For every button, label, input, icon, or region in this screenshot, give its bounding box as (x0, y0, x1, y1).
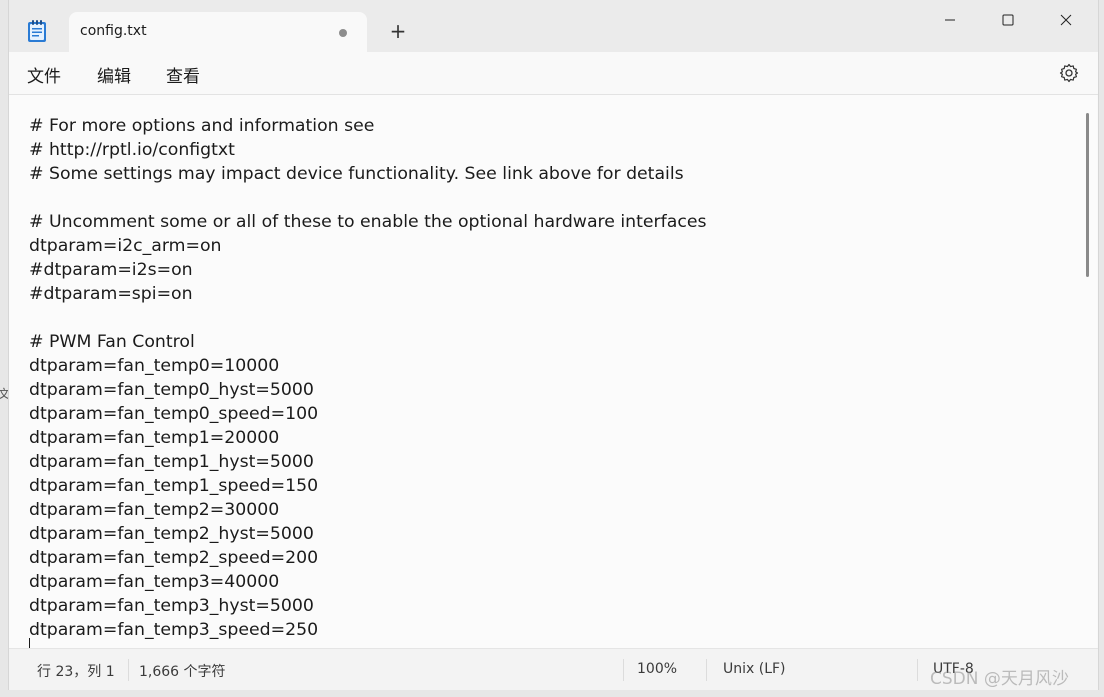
tab-config-txt[interactable]: config.txt (69, 12, 367, 52)
editor-line[interactable]: # PWM Fan Control (29, 330, 706, 354)
minimize-icon (945, 19, 955, 21)
cursor-position: 行 23，列 1 (37, 664, 115, 680)
status-separator (706, 659, 707, 681)
editor-line[interactable]: #dtparam=i2s=on (29, 258, 706, 282)
new-tab-button[interactable]: + (387, 20, 409, 42)
menu-bar: 文件 编辑 查看 (9, 52, 1098, 94)
editor-line[interactable]: dtparam=fan_temp2_speed=200 (29, 546, 706, 570)
tab-title: config.txt (80, 23, 147, 39)
unsaved-dot-icon[interactable] (339, 29, 347, 37)
editor-line[interactable]: dtparam=fan_temp0_speed=100 (29, 402, 706, 426)
line-ending[interactable]: Unix (LF) (723, 661, 786, 677)
menu-view[interactable]: 查看 (166, 62, 200, 87)
editor-line[interactable]: dtparam=fan_temp2=30000 (29, 498, 706, 522)
notepad-icon (27, 19, 47, 43)
status-separator (623, 659, 624, 681)
editor-line[interactable]: # Uncomment some or all of these to enab… (29, 210, 706, 234)
editor-line[interactable]: # Some settings may impact device functi… (29, 162, 706, 186)
editor-line[interactable]: # For more options and information see (29, 114, 706, 138)
editor-line[interactable]: dtparam=fan_temp3=40000 (29, 570, 706, 594)
editor-line[interactable]: dtparam=fan_temp1_hyst=5000 (29, 450, 706, 474)
editor-line[interactable] (29, 186, 706, 210)
menu-edit[interactable]: 编辑 (97, 62, 131, 87)
scrollbar-thumb[interactable] (1086, 113, 1089, 277)
maximize-icon (1002, 14, 1014, 26)
status-separator (917, 659, 918, 681)
editor-line[interactable] (29, 306, 706, 330)
close-icon (1060, 14, 1072, 26)
zoom-level[interactable]: 100% (637, 661, 677, 677)
settings-gear-icon[interactable] (1058, 62, 1080, 84)
editor-line[interactable]: dtparam=i2c_arm=on (29, 234, 706, 258)
title-bar: config.txt + (9, 0, 1098, 52)
notepad-window: config.txt + 文件 编辑 查看 # For more options… (8, 0, 1099, 690)
text-caret (29, 638, 30, 648)
maximize-button[interactable] (985, 6, 1031, 34)
editor-line[interactable]: dtparam=fan_temp1_speed=150 (29, 474, 706, 498)
minimize-button[interactable] (927, 6, 973, 34)
editor-text[interactable]: # For more options and information see # … (29, 114, 706, 642)
editor-line[interactable]: #dtparam=spi=on (29, 282, 706, 306)
close-button[interactable] (1043, 6, 1089, 34)
menu-file[interactable]: 文件 (27, 62, 61, 87)
status-separator (128, 659, 129, 681)
text-editor[interactable]: # For more options and information see # … (9, 95, 1085, 648)
editor-line[interactable]: dtparam=fan_temp0_hyst=5000 (29, 378, 706, 402)
editor-line[interactable]: dtparam=fan_temp2_hyst=5000 (29, 522, 706, 546)
editor-line[interactable]: # http://rptl.io/configtxt (29, 138, 706, 162)
editor-line[interactable]: dtparam=fan_temp0=10000 (29, 354, 706, 378)
editor-line[interactable]: dtparam=fan_temp3_hyst=5000 (29, 594, 706, 618)
editor-line[interactable]: dtparam=fan_temp1=20000 (29, 426, 706, 450)
character-count: 1,666 个字符 (139, 664, 226, 680)
watermark: CSDN @天月风沙 (930, 669, 1069, 689)
editor-line[interactable]: dtparam=fan_temp3_speed=250 (29, 618, 706, 642)
